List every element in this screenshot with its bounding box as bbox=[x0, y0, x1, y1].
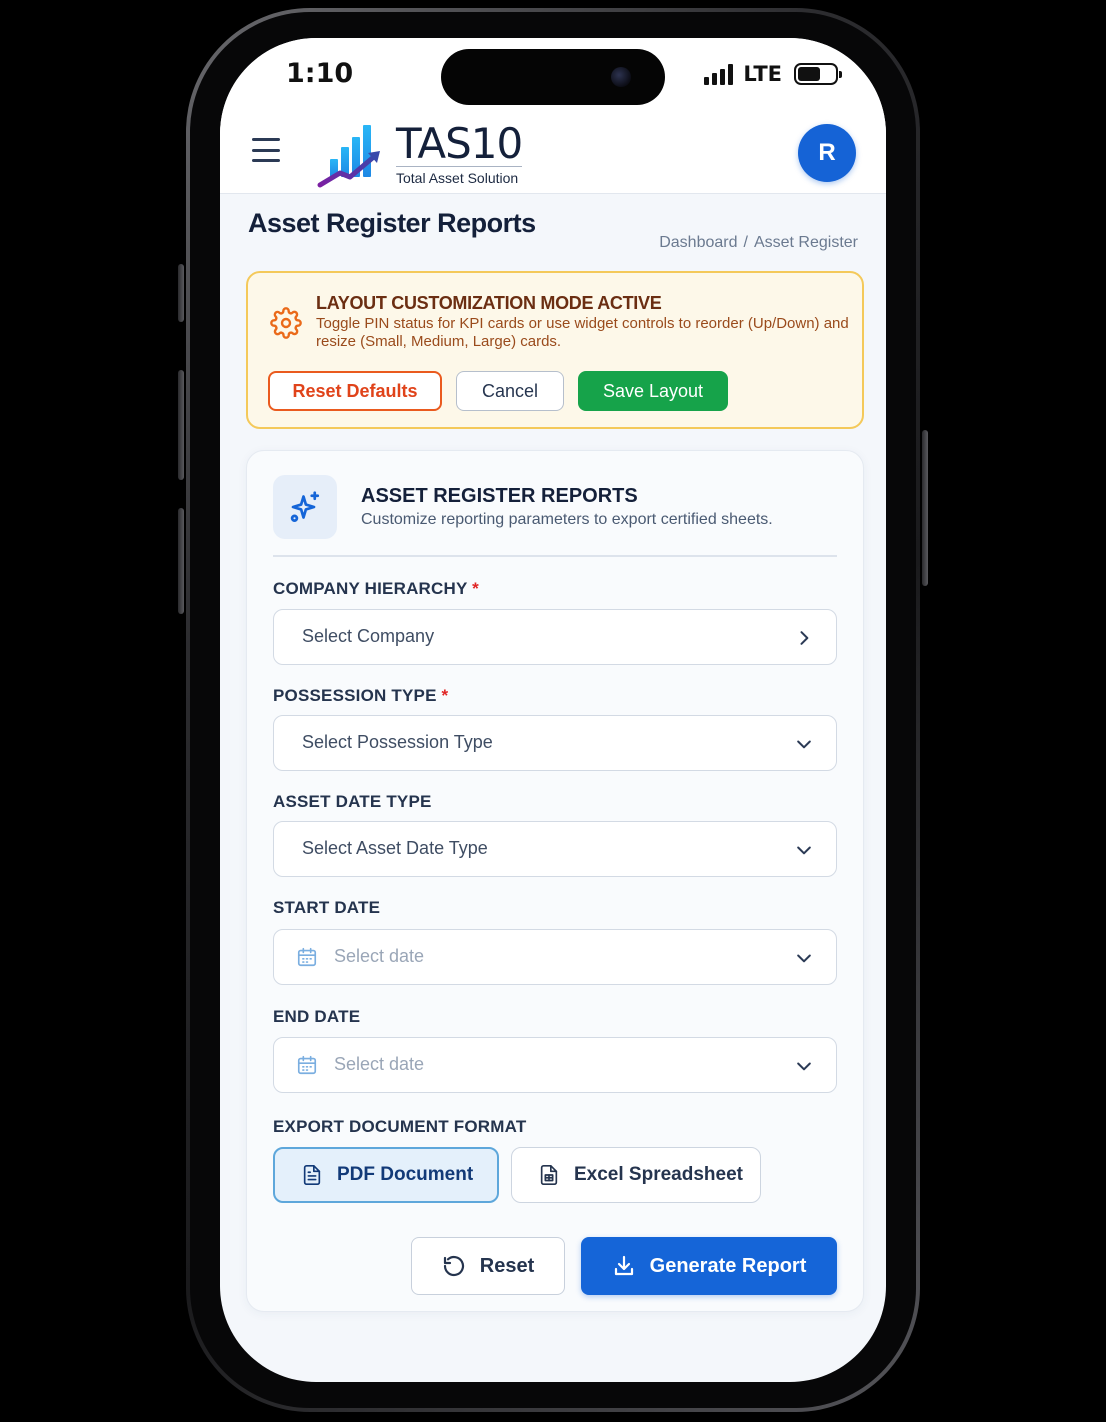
status-bar: 1:10 LTE bbox=[220, 38, 886, 114]
card-title: ASSET REGISTER REPORTS bbox=[361, 485, 638, 507]
generate-report-label: Generate Report bbox=[649, 1254, 807, 1277]
chevron-down-icon bbox=[797, 740, 811, 749]
status-time: 1:10 bbox=[286, 58, 354, 89]
page-title: Asset Register Reports bbox=[248, 208, 536, 238]
chevron-down-icon bbox=[797, 954, 811, 963]
possession-type-select-value: Select Possession Type bbox=[302, 732, 493, 752]
app-header: TAS10 Total Asset Solution R bbox=[220, 114, 886, 194]
end-date-picker[interactable]: Select date bbox=[273, 1037, 837, 1093]
logo-subtitle: Total Asset Solution bbox=[396, 165, 523, 187]
possession-type-select[interactable]: Select Possession Type bbox=[273, 715, 837, 771]
customization-banner: LAYOUT CUSTOMIZATION MODE ACTIVE Toggle … bbox=[246, 271, 864, 429]
generate-report-button[interactable]: Generate Report bbox=[581, 1237, 837, 1295]
reset-icon bbox=[443, 1255, 464, 1277]
dynamic-island bbox=[441, 49, 665, 105]
calendar-icon bbox=[297, 947, 317, 967]
end-date-placeholder: Select date bbox=[334, 1054, 425, 1074]
start-date-picker[interactable]: Select date bbox=[273, 929, 837, 985]
report-card: ASSET REGISTER REPORTS Customize reporti… bbox=[246, 450, 864, 1312]
status-indicators: LTE bbox=[704, 62, 842, 86]
required-mark: * bbox=[441, 686, 449, 705]
reset-button-label: Reset bbox=[479, 1254, 535, 1277]
start-date-label: START DATE bbox=[273, 898, 381, 917]
pdf-format-label: PDF Document bbox=[337, 1164, 474, 1185]
network-label: LTE bbox=[743, 62, 782, 86]
breadcrumb-dashboard[interactable]: Dashboard bbox=[659, 234, 737, 252]
battery-icon bbox=[794, 63, 842, 85]
volume-up-button bbox=[178, 370, 184, 480]
end-date-label: END DATE bbox=[273, 1007, 361, 1026]
asset-date-type-select-value: Select Asset Date Type bbox=[302, 838, 488, 858]
excel-format-option[interactable]: Excel Spreadsheet bbox=[511, 1147, 761, 1203]
company-select-value: Select Company bbox=[302, 626, 435, 646]
gear-icon bbox=[270, 307, 302, 339]
banner-text: Toggle PIN status for KPI cards or use w… bbox=[316, 315, 849, 350]
asset-date-type-select[interactable]: Select Asset Date Type bbox=[273, 821, 837, 877]
sparkle-icon bbox=[290, 491, 320, 522]
user-avatar[interactable]: R bbox=[798, 124, 856, 182]
power-button bbox=[922, 430, 928, 586]
download-icon bbox=[614, 1255, 633, 1276]
cancel-button[interactable]: Cancel bbox=[456, 371, 564, 411]
banner-title: LAYOUT CUSTOMIZATION MODE ACTIVE bbox=[316, 293, 662, 313]
calendar-icon bbox=[297, 1055, 317, 1075]
phone-frame: 1:10 LTE TAS10 Total Asset Solution R As… bbox=[186, 8, 920, 1412]
divider bbox=[273, 555, 837, 557]
reset-button[interactable]: Reset bbox=[411, 1237, 565, 1295]
phone-screen: 1:10 LTE TAS10 Total Asset Solution R As… bbox=[220, 38, 886, 1382]
signal-icon bbox=[704, 63, 734, 85]
company-select[interactable]: Select Company bbox=[273, 609, 837, 665]
excel-format-label: Excel Spreadsheet bbox=[574, 1164, 743, 1185]
breadcrumb-asset-register: Asset Register bbox=[753, 234, 858, 251]
menu-icon[interactable] bbox=[250, 136, 282, 164]
camera-icon bbox=[611, 67, 631, 87]
card-subtitle: Customize reporting parameters to export… bbox=[361, 511, 773, 528]
export-format-label: EXPORT DOCUMENT FORMAT bbox=[273, 1117, 527, 1136]
spreadsheet-icon bbox=[540, 1165, 558, 1185]
chevron-down-icon bbox=[797, 1062, 811, 1071]
possession-type-label-text: POSSESSION TYPE bbox=[273, 686, 437, 705]
volume-down-button bbox=[178, 508, 184, 614]
mute-switch bbox=[178, 264, 184, 322]
start-date-placeholder: Select date bbox=[334, 946, 425, 966]
reset-defaults-button[interactable]: Reset Defaults bbox=[268, 371, 442, 411]
chevron-down-icon bbox=[797, 846, 811, 855]
breadcrumb-separator: / bbox=[743, 234, 748, 251]
brand-logo[interactable]: TAS10 Total Asset Solution bbox=[316, 118, 523, 190]
breadcrumb: Dashboard / Asset Register bbox=[659, 234, 858, 252]
document-icon bbox=[303, 1165, 321, 1185]
possession-type-label: POSSESSION TYPE * bbox=[273, 686, 448, 706]
company-hierarchy-label-text: COMPANY HIERARCHY bbox=[273, 579, 468, 598]
required-mark: * bbox=[472, 579, 479, 598]
phone-bezel: 1:10 LTE TAS10 Total Asset Solution R As… bbox=[190, 12, 916, 1408]
company-hierarchy-label: COMPANY HIERARCHY * bbox=[273, 579, 479, 599]
logo-title: TAS10 bbox=[396, 118, 523, 168]
logo-chart-icon bbox=[317, 125, 380, 188]
save-layout-button[interactable]: Save Layout bbox=[578, 371, 728, 411]
card-icon-box bbox=[273, 475, 337, 539]
pdf-format-option[interactable]: PDF Document bbox=[273, 1147, 499, 1203]
asset-date-type-label: ASSET DATE TYPE bbox=[273, 792, 432, 811]
chevron-right-icon bbox=[800, 631, 809, 645]
